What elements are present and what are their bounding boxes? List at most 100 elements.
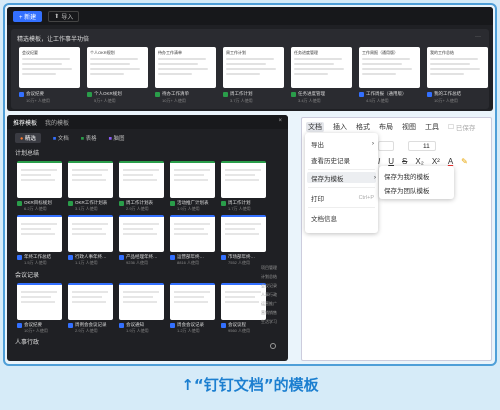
gallery-template-card[interactable]: 活动推广计划表 1.9万 人使用: [170, 161, 215, 212]
template-card[interactable]: 任务进度管理 任务进度管理 3.4万 人使用: [291, 47, 352, 105]
template-card[interactable]: 个人OKR规划 个人OKR规划 5万+ 人使用: [87, 47, 148, 105]
template-card[interactable]: 工作周报（通用版） 工作周报（通用版） 4.5万 人使用: [359, 47, 420, 105]
template-card[interactable]: 会议纪要 会议纪要 10万+ 人使用: [19, 47, 80, 105]
new-button[interactable]: + 新建: [13, 10, 43, 22]
doc-type-icon: [68, 200, 73, 206]
subscript-button[interactable]: X₂: [415, 157, 423, 166]
tab-recommended[interactable]: 推荐模板: [13, 118, 37, 127]
doc-type-icon: [221, 254, 226, 260]
gallery-template-card[interactable]: 会议纪要 10万+ 人使用: [17, 283, 62, 334]
gallery-template-card[interactable]: OKR目标规划 6.2万 人使用: [17, 161, 62, 212]
menu-item-print[interactable]: 打印 Ctrl+P: [311, 192, 374, 203]
menu-divider: [308, 169, 375, 170]
thumb-line: [294, 63, 334, 65]
help-icon[interactable]: [270, 343, 276, 349]
category-link[interactable]: 项目管理: [261, 263, 285, 272]
category-sheets[interactable]: ■ 表格: [81, 134, 97, 142]
category-link[interactable]: 会议记录: [261, 281, 285, 290]
thumb-title: 周工作计划: [226, 50, 246, 55]
tab-my-templates[interactable]: 我的模板: [45, 118, 69, 127]
menu-item-export[interactable]: 导出 ›: [311, 138, 374, 149]
thumb-line: [226, 73, 260, 75]
template-caption: 我的工作总结: [427, 91, 488, 97]
thumb-line: [21, 291, 57, 293]
import-button[interactable]: ⬆ 导入: [48, 10, 80, 22]
font-color-button[interactable]: A: [448, 157, 453, 166]
gallery-template-card[interactable]: 会议通知 1.9万 人使用: [119, 283, 164, 334]
gallery-template-card[interactable]: 运营部年终… 8816 人使用: [170, 215, 215, 266]
template-caption: 会议纪要: [19, 91, 80, 97]
save-template-submenu: 保存为我的模板 保存为团队模板: [379, 166, 454, 199]
thumb-line: [174, 228, 204, 230]
category-mindmap[interactable]: ■ 脑图: [109, 134, 125, 142]
thumb-line: [72, 223, 108, 225]
template-card[interactable]: 周工作计划 周工作计划 3.7万 人使用: [223, 47, 284, 105]
template-thumbnail: [170, 161, 215, 198]
menu-item-save-mine[interactable]: 保存为我的模板: [384, 170, 450, 181]
category-featured[interactable]: ● 精选: [15, 133, 41, 143]
template-caption: 工作周报（通用版）: [359, 91, 420, 97]
menu-insert[interactable]: 插入: [333, 122, 347, 132]
thumb-line: [430, 58, 478, 60]
category-link[interactable]: 营销销售: [261, 308, 285, 317]
usage-count: 3.7万 人使用: [230, 98, 253, 103]
template-thumbnail: [68, 215, 113, 252]
usage-count: 1.9万 人使用: [177, 206, 200, 211]
section-meeting: 会议记录: [15, 273, 40, 279]
thumb-title: 个人OKR规划: [90, 50, 115, 55]
template-card[interactable]: 我的工作总结 我的工作总结 10万+ 人使用: [427, 47, 488, 105]
category-link[interactable]: 计划总结: [261, 272, 285, 281]
italic-button[interactable]: I: [378, 157, 380, 166]
doc-type-icon: [119, 200, 124, 206]
more-button[interactable]: ···: [475, 34, 481, 40]
gallery-template-card[interactable]: 行政人事年终… 1.1万 人使用: [68, 215, 113, 266]
gallery-template-card[interactable]: OKR工作计划表 3.1万 人使用: [68, 161, 113, 212]
template-card[interactable]: 待办工作清单 待办工作清单 10万+ 人使用: [155, 47, 216, 105]
gallery-template-card[interactable]: 年终工作总结 1.5万 人使用: [17, 215, 62, 266]
gallery-template-card[interactable]: 会议议程 9560 人使用: [221, 283, 266, 334]
category-link[interactable]: 人事行政: [261, 290, 285, 299]
category-docs[interactable]: ■ 文档: [53, 134, 69, 142]
template-thumbnail: [17, 215, 62, 252]
highlight-icon[interactable]: ✎: [461, 157, 468, 166]
menu-view[interactable]: 视图: [402, 122, 416, 132]
superscript-button[interactable]: X²: [432, 157, 440, 166]
thumb-line: [430, 68, 480, 70]
template-thumbnail: [221, 215, 266, 252]
menu-item-history[interactable]: 查看历史记录: [311, 154, 374, 165]
template-thumbnail: 任务进度管理: [291, 47, 352, 88]
font-select[interactable]: [378, 141, 394, 151]
template-thumbnail: 我的工作总结: [427, 47, 488, 88]
menu-doc[interactable]: 文档: [306, 122, 324, 132]
strike-button[interactable]: S: [402, 157, 407, 166]
gallery-template-card[interactable]: 产品经理年终… 9236 人使用: [119, 215, 164, 266]
category-link[interactable]: 生活学习: [261, 317, 285, 326]
gallery-template-card[interactable]: 市场部年终… 7552 人使用: [221, 215, 266, 266]
gallery-template-card[interactable]: 周会会议记录 1.2万 人使用: [170, 283, 215, 334]
menu-item-doc-info[interactable]: 文档信息: [311, 212, 374, 223]
top-toolbar: + 新建 ⬆ 导入: [7, 7, 493, 25]
thumb-line: [22, 58, 70, 60]
thumb-line: [174, 296, 204, 298]
thumb-line: [362, 63, 402, 65]
thumb-line: [294, 68, 344, 70]
thumb-line: [158, 68, 208, 70]
thumb-line: [174, 291, 210, 293]
gallery-template-card[interactable]: 周工作计划 1.7万 人使用: [221, 161, 266, 212]
thumb-line: [174, 223, 210, 225]
menu-layout[interactable]: 布局: [379, 122, 393, 132]
gallery-template-card[interactable]: 周工作计划表 2.9万 人使用: [119, 161, 164, 212]
close-icon[interactable]: ×: [278, 118, 282, 124]
category-link[interactable]: 运营推广: [261, 299, 285, 308]
font-size-select[interactable]: 11: [408, 141, 436, 151]
menu-format[interactable]: 格式: [356, 122, 370, 132]
menu-item-save-template[interactable]: 保存为模板 ›: [307, 172, 376, 183]
gallery-template-card[interactable]: 周例会会议记录 2.9万 人使用: [68, 283, 113, 334]
underline-button[interactable]: U: [388, 157, 394, 166]
menu-tools[interactable]: 工具: [425, 122, 439, 132]
doc-menu: 导出 › 查看历史记录 保存为模板 › 打印 Ctrl+P 文档信息: [305, 133, 378, 233]
menu-item-save-team[interactable]: 保存为团队模板: [384, 184, 450, 195]
template-thumbnail: [17, 161, 62, 198]
thumb-line: [158, 58, 206, 60]
section-hr: 人事行政: [15, 340, 40, 346]
